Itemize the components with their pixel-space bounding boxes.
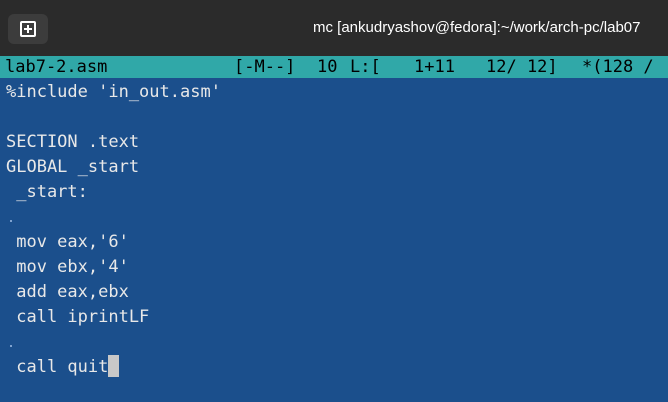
whitespace-marker: [10, 345, 12, 347]
status-filename: lab7-2.asm: [5, 57, 108, 77]
plus-square-icon: [20, 21, 36, 37]
code-line-8: mov ebx,'4': [6, 257, 129, 277]
terminal-window: mc [ankudryashov@fedora]:~/work/arch-pc/…: [0, 0, 668, 402]
status-mode: [-M--]: [234, 57, 296, 77]
status-line-count: 12/ 12]: [486, 57, 558, 77]
code-line-10: call iprintLF: [6, 307, 150, 327]
status-line-label: L:[: [350, 57, 381, 77]
code-editor[interactable]: %include 'in_out.asm' SECTION .text GLOB…: [0, 80, 668, 402]
status-column: 10: [317, 57, 338, 77]
new-tab-button[interactable]: [8, 14, 48, 44]
code-line-12: call quit: [6, 355, 120, 380]
text-cursor: [108, 355, 120, 377]
title-bar: mc [ankudryashov@fedora]:~/work/arch-pc/…: [0, 0, 668, 56]
code-line-3: SECTION .text: [6, 132, 140, 152]
code-line-5: _start:: [6, 182, 88, 202]
code-line-12-text: call quit: [6, 357, 109, 377]
editor-status-bar: lab7-2.asm [-M--] 10 L:[ 1+11 12/ 12] *(…: [0, 56, 668, 78]
status-char-info: *(128 /: [582, 57, 654, 77]
code-line-1: %include 'in_out.asm': [6, 82, 221, 102]
whitespace-marker: [10, 220, 12, 222]
window-title: mc [ankudryashov@fedora]:~/work/arch-pc/…: [313, 19, 641, 36]
code-line-4: GLOBAL _start: [6, 157, 140, 177]
status-line-position: 1+11: [414, 57, 455, 77]
code-line-7: mov eax,'6': [6, 232, 129, 252]
code-line-9: add eax,ebx: [6, 282, 129, 302]
